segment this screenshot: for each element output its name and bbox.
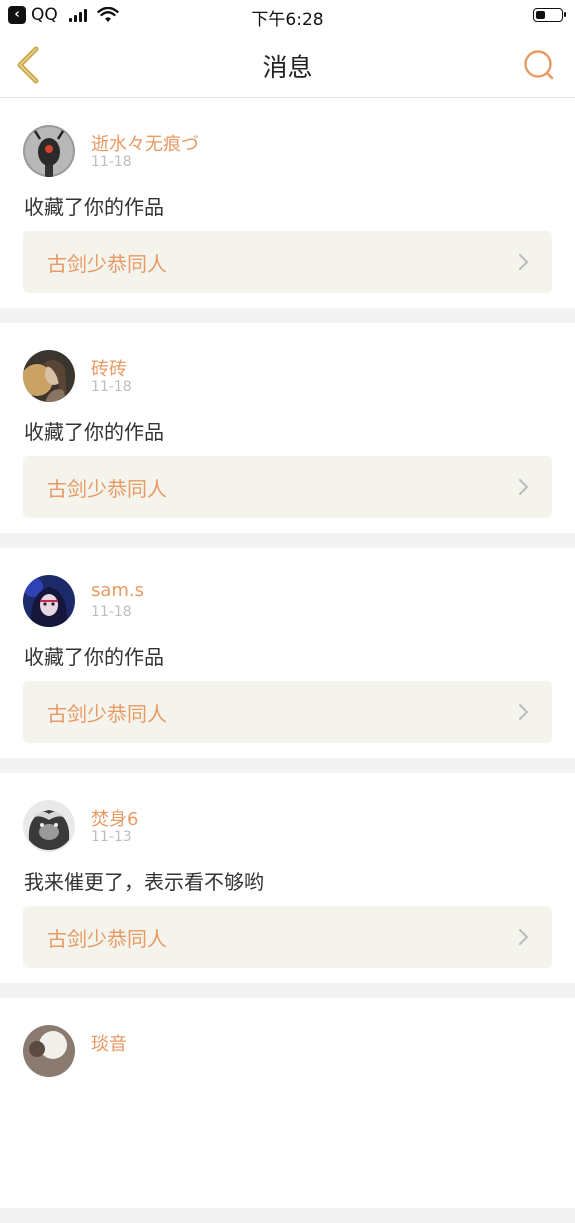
message-card: 琰音 xyxy=(0,998,575,1208)
status-bar: ‹ QQ 下午6:28 xyxy=(0,0,575,32)
beast-avatar[interactable] xyxy=(23,800,75,852)
username[interactable]: 琰音 xyxy=(91,1030,127,1056)
username[interactable]: 砖砖 xyxy=(91,355,127,381)
message-text: 收藏了你的作品 xyxy=(24,420,164,444)
work-title: 古剑少恭同人 xyxy=(47,252,167,276)
work-link[interactable]: 古剑少恭同人 xyxy=(23,456,552,518)
message-card: 砖砖 11-18 收藏了你的作品 古剑少恭同人 xyxy=(0,323,575,533)
message-text: 收藏了你的作品 xyxy=(24,645,164,669)
nav-bar: 消息 xyxy=(0,32,575,98)
username[interactable]: sam.s xyxy=(91,580,144,601)
message-feed: 逝水々无痕づ 11-18 收藏了你的作品 古剑少恭同人 砖砖 11-18 收藏了… xyxy=(0,98,575,1223)
message-text: 我来催更了，表示看不够哟 xyxy=(24,870,264,894)
username[interactable]: 逝水々无痕づ xyxy=(91,130,199,156)
status-time: 下午6:28 xyxy=(251,10,324,30)
message-text: 收藏了你的作品 xyxy=(24,195,164,219)
work-title: 古剑少恭同人 xyxy=(47,702,167,726)
message-card: 逝水々无痕づ 11-18 收藏了你的作品 古剑少恭同人 xyxy=(0,98,575,308)
photo-avatar[interactable] xyxy=(23,1025,75,1077)
chevron-right-icon xyxy=(519,704,528,720)
work-link[interactable]: 古剑少恭同人 xyxy=(23,906,552,968)
message-date: 11-13 xyxy=(91,829,132,845)
work-title: 古剑少恭同人 xyxy=(47,477,167,501)
work-title: 古剑少恭同人 xyxy=(47,927,167,951)
username[interactable]: 焚身6 xyxy=(91,805,138,831)
message-date: 11-18 xyxy=(91,379,132,395)
work-link[interactable]: 古剑少恭同人 xyxy=(23,231,552,293)
work-link[interactable]: 古剑少恭同人 xyxy=(23,681,552,743)
battery-icon xyxy=(533,8,566,22)
anime-avatar[interactable] xyxy=(23,575,75,627)
chevron-right-icon xyxy=(519,479,528,495)
search-icon[interactable] xyxy=(521,47,557,83)
message-card: 焚身6 11-13 我来催更了，表示看不够哟 古剑少恭同人 xyxy=(0,773,575,983)
message-card: sam.s 11-18 收藏了你的作品 古剑少恭同人 xyxy=(0,548,575,758)
message-date: 11-18 xyxy=(91,604,132,620)
chevron-right-icon xyxy=(519,254,528,270)
page-title: 消息 xyxy=(262,53,313,82)
robot-avatar[interactable] xyxy=(23,125,75,177)
chevron-right-icon xyxy=(519,929,528,945)
message-date: 11-18 xyxy=(91,154,132,170)
battery-fill xyxy=(536,11,545,19)
photo-avatar[interactable] xyxy=(23,350,75,402)
